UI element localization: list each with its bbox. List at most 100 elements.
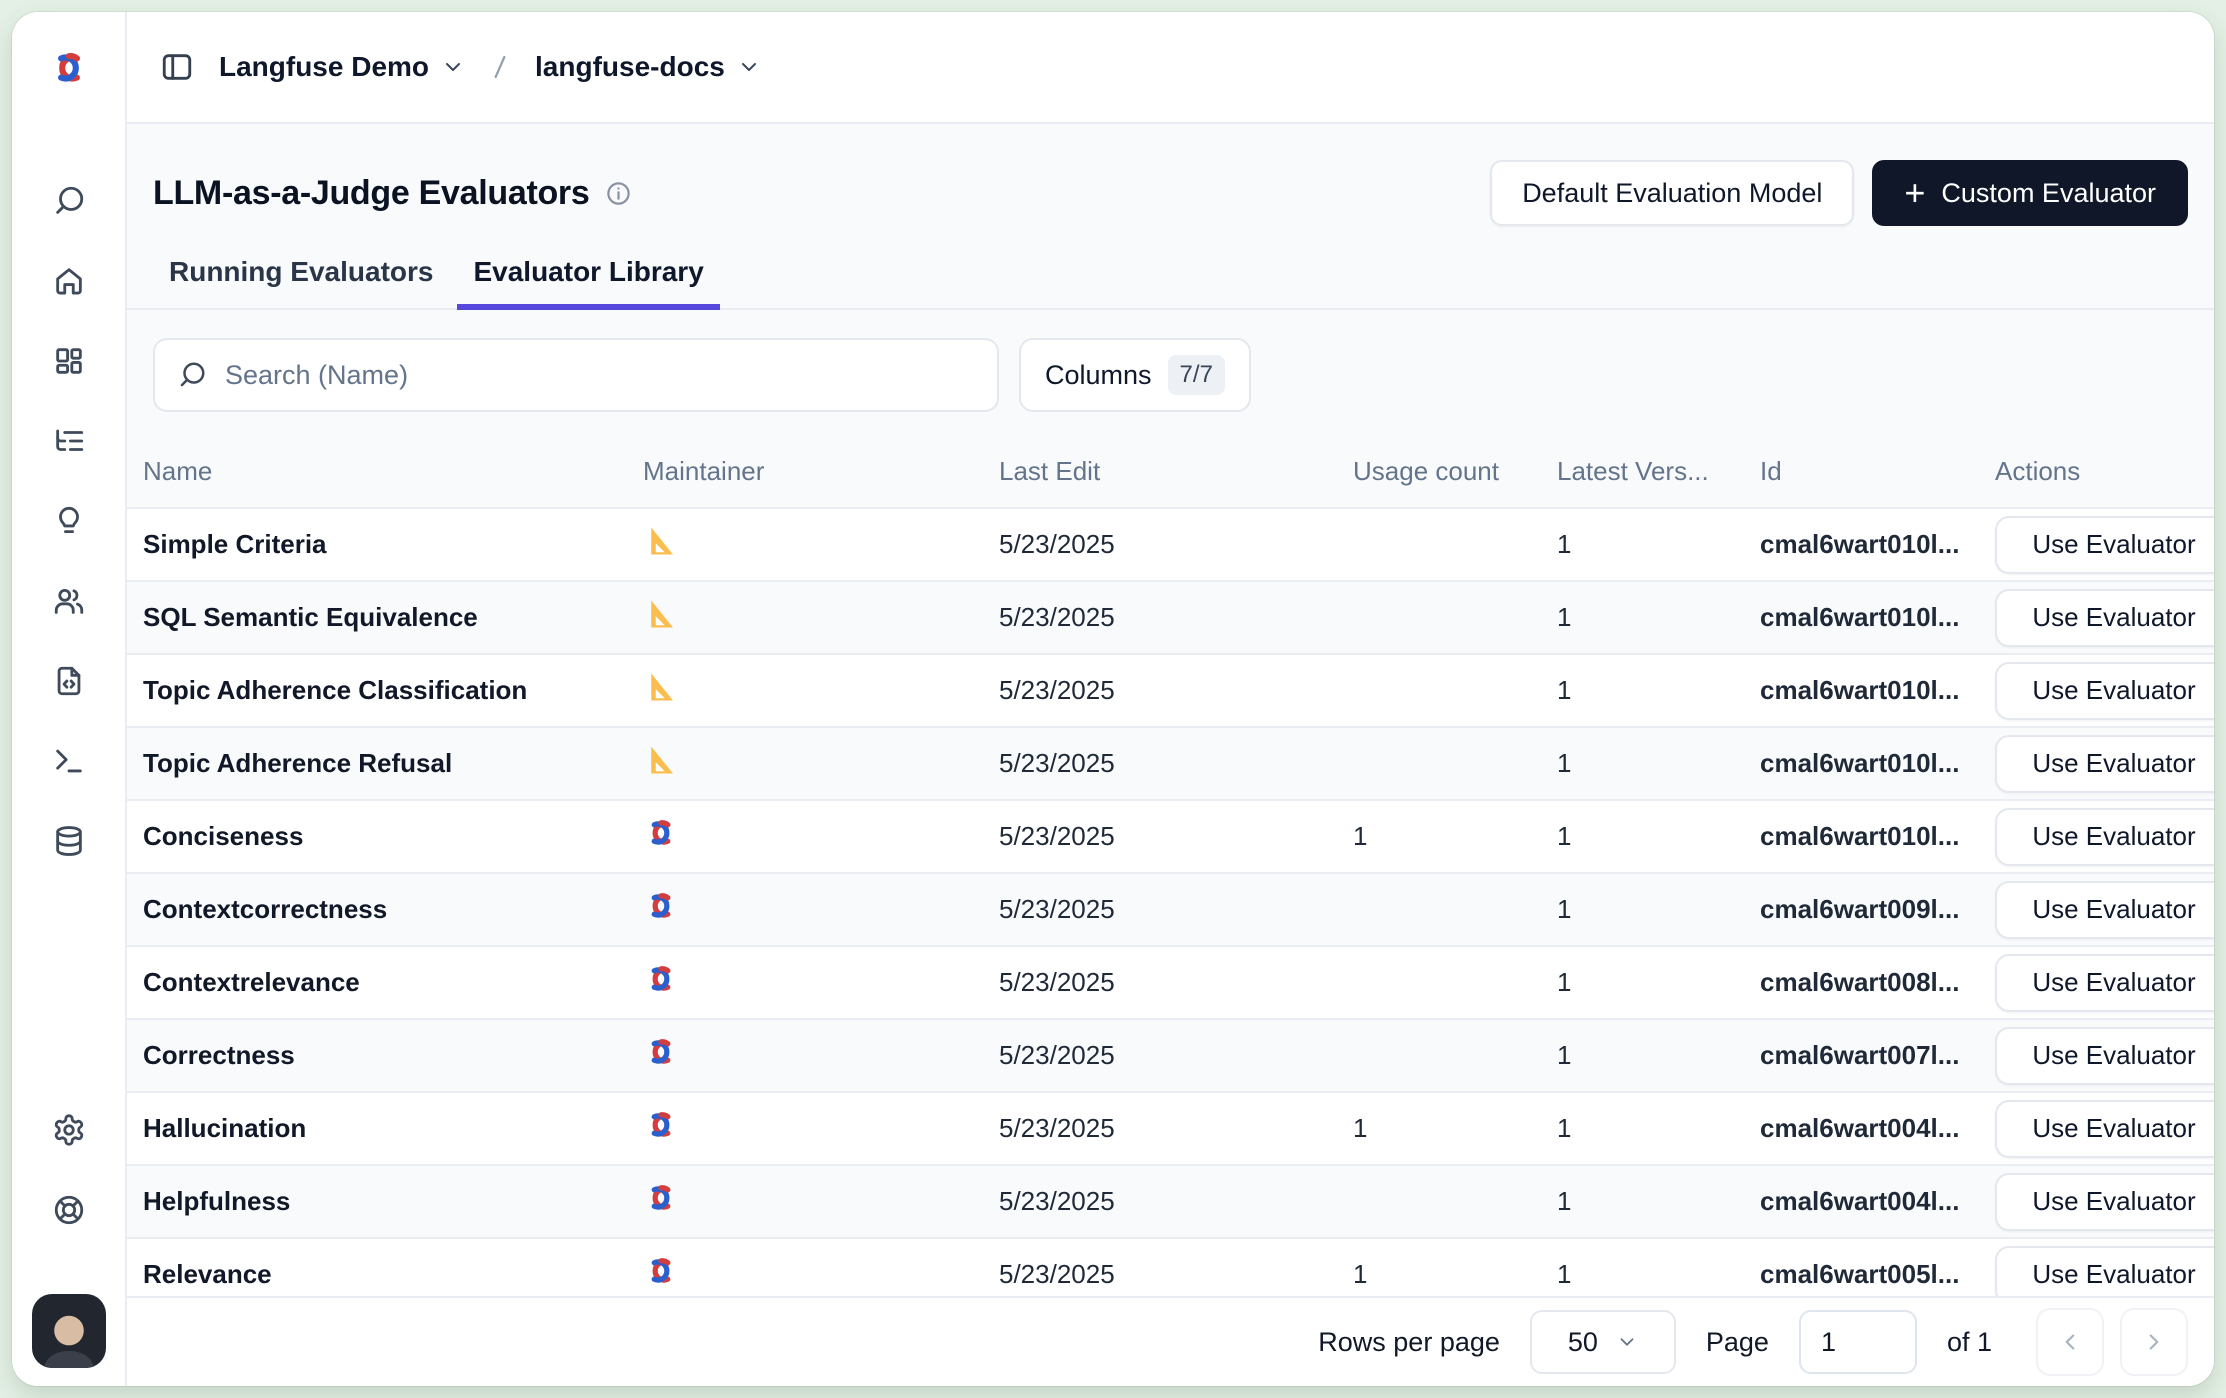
user-avatar[interactable] <box>32 1294 106 1368</box>
rows-per-page-select[interactable]: 50 <box>1530 1310 1676 1374</box>
sidebar-toggle-button[interactable] <box>155 45 199 89</box>
columns-button[interactable]: Columns 7/7 <box>1019 338 1251 412</box>
column-header-maintainer: Maintainer <box>643 456 999 487</box>
sidebar-item-settings[interactable] <box>47 1108 91 1152</box>
langfuse-maintainer-icon <box>643 1107 679 1143</box>
use-evaluator-button[interactable]: Use Evaluator <box>1995 1173 2214 1231</box>
table-row[interactable]: Topic Adherence Classification 5/23/2025… <box>127 655 2214 728</box>
sidebar-item-search[interactable] <box>47 179 91 223</box>
list-tree-icon <box>52 424 86 458</box>
usage-count-value: 1 <box>1353 821 1557 852</box>
ragas-icon <box>643 596 679 632</box>
column-header-latest-version: Latest Vers... <box>1557 456 1760 487</box>
chevron-down-icon <box>441 55 465 79</box>
rows-per-page-value: 50 <box>1568 1327 1598 1358</box>
table-row[interactable]: SQL Semantic Equivalence 5/23/2025 1 cma… <box>127 582 2214 655</box>
home-icon <box>52 264 86 298</box>
sidebar <box>12 12 127 1386</box>
page-of-label: of 1 <box>1947 1327 1992 1358</box>
lightbulb-icon <box>52 504 86 538</box>
ragas-icon <box>643 742 679 778</box>
maintainer-cell <box>643 1180 999 1223</box>
use-evaluator-button[interactable]: Use Evaluator <box>1995 662 2214 720</box>
table-row[interactable]: Topic Adherence Refusal 5/23/2025 1 cmal… <box>127 728 2214 801</box>
evaluator-id: cmal6wart004l... <box>1760 1113 1995 1144</box>
previous-page-button[interactable] <box>2036 1308 2104 1376</box>
use-evaluator-button[interactable]: Use Evaluator <box>1995 881 2214 939</box>
table-row[interactable]: Hallucination 5/23/2025 1 1 cmal6wart004… <box>127 1093 2214 1166</box>
file-code-icon <box>52 664 86 698</box>
table-row[interactable]: Conciseness 5/23/2025 1 1 cmal6wart010l.… <box>127 801 2214 874</box>
actions-cell: Use Evaluator <box>1995 808 2214 866</box>
panel-left-icon <box>160 50 194 84</box>
actions-cell: Use Evaluator <box>1995 735 2214 793</box>
custom-evaluator-label: Custom Evaluator <box>1941 178 2156 209</box>
table-row[interactable]: Helpfulness 5/23/2025 1 cmal6wart004l...… <box>127 1166 2214 1239</box>
maintainer-cell <box>643 669 999 712</box>
table-row[interactable]: Simple Criteria 5/23/2025 1 cmal6wart010… <box>127 509 2214 582</box>
tab-evaluator-library[interactable]: Evaluator Library <box>457 256 719 310</box>
chevron-right-icon <box>2141 1329 2167 1355</box>
organization-switcher[interactable]: Langfuse Demo <box>219 51 465 83</box>
table-row[interactable]: Relevance 5/23/2025 1 1 cmal6wart005l...… <box>127 1239 2214 1296</box>
evaluator-id: cmal6wart010l... <box>1760 821 1995 852</box>
evaluator-name: Correctness <box>143 1040 643 1071</box>
search-input[interactable] <box>225 360 975 391</box>
page-header: LLM-as-a-Judge Evaluators Default Evalua… <box>127 124 2214 226</box>
table-footer: Rows per page 50 Page of 1 <box>127 1296 2214 1386</box>
langfuse-maintainer-icon <box>643 1180 679 1216</box>
maintainer-cell <box>643 523 999 566</box>
use-evaluator-button[interactable]: Use Evaluator <box>1995 589 2214 647</box>
maintainer-cell <box>643 596 999 639</box>
sidebar-item-data[interactable] <box>47 819 91 863</box>
sidebar-item-support[interactable] <box>47 1188 91 1232</box>
tab-running-evaluators[interactable]: Running Evaluators <box>153 256 449 310</box>
maintainer-cell <box>643 815 999 858</box>
maintainer-cell <box>643 1107 999 1150</box>
table-row[interactable]: Contextcorrectness 5/23/2025 1 cmal6wart… <box>127 874 2214 947</box>
default-evaluation-model-button[interactable]: Default Evaluation Model <box>1490 160 1854 226</box>
evaluator-id: cmal6wart007l... <box>1760 1040 1995 1071</box>
last-edit-value: 5/23/2025 <box>999 748 1353 779</box>
sidebar-item-datasets[interactable] <box>47 659 91 703</box>
avatar-photo <box>32 1308 106 1368</box>
maintainer-cell <box>643 1253 999 1296</box>
maintainer-cell <box>643 888 999 931</box>
next-page-button[interactable] <box>2120 1308 2188 1376</box>
last-edit-value: 5/23/2025 <box>999 602 1353 633</box>
sidebar-item-dashboards[interactable] <box>47 339 91 383</box>
evaluator-id: cmal6wart004l... <box>1760 1186 1995 1217</box>
evaluator-name: Helpfulness <box>143 1186 643 1217</box>
usage-count-value: 1 <box>1353 1259 1557 1290</box>
project-switcher[interactable]: langfuse-docs <box>535 51 761 83</box>
sidebar-item-home[interactable] <box>47 259 91 303</box>
terminal-icon <box>52 744 86 778</box>
latest-version-value: 1 <box>1557 1113 1760 1144</box>
sidebar-item-users[interactable] <box>47 579 91 623</box>
sidebar-item-playground[interactable] <box>47 739 91 783</box>
life-buoy-icon <box>52 1193 86 1227</box>
sidebar-item-tracing[interactable] <box>47 419 91 463</box>
page-number-input[interactable] <box>1799 1310 1917 1374</box>
table-row[interactable]: Contextrelevance 5/23/2025 1 cmal6wart00… <box>127 947 2214 1020</box>
table-header-row: Name Maintainer Last Edit Usage count La… <box>127 436 2214 509</box>
ragas-icon <box>643 669 679 705</box>
langfuse-maintainer-icon <box>643 1253 679 1289</box>
use-evaluator-button[interactable]: Use Evaluator <box>1995 516 2214 574</box>
info-icon[interactable] <box>605 180 632 207</box>
sidebar-bottom <box>32 1108 106 1368</box>
table-row[interactable]: Correctness 5/23/2025 1 cmal6wart007l...… <box>127 1020 2214 1093</box>
sidebar-item-prompts[interactable] <box>47 499 91 543</box>
use-evaluator-button[interactable]: Use Evaluator <box>1995 735 2214 793</box>
ragas-icon <box>643 523 679 559</box>
custom-evaluator-button[interactable]: + Custom Evaluator <box>1872 160 2188 226</box>
use-evaluator-button[interactable]: Use Evaluator <box>1995 1100 2214 1158</box>
langfuse-logo[interactable] <box>48 12 90 124</box>
use-evaluator-button[interactable]: Use Evaluator <box>1995 1246 2214 1297</box>
use-evaluator-button[interactable]: Use Evaluator <box>1995 1027 2214 1085</box>
actions-cell: Use Evaluator <box>1995 1027 2214 1085</box>
latest-version-value: 1 <box>1557 529 1760 560</box>
use-evaluator-button[interactable]: Use Evaluator <box>1995 954 2214 1012</box>
use-evaluator-button[interactable]: Use Evaluator <box>1995 808 2214 866</box>
page-title: LLM-as-a-Judge Evaluators <box>153 174 589 213</box>
